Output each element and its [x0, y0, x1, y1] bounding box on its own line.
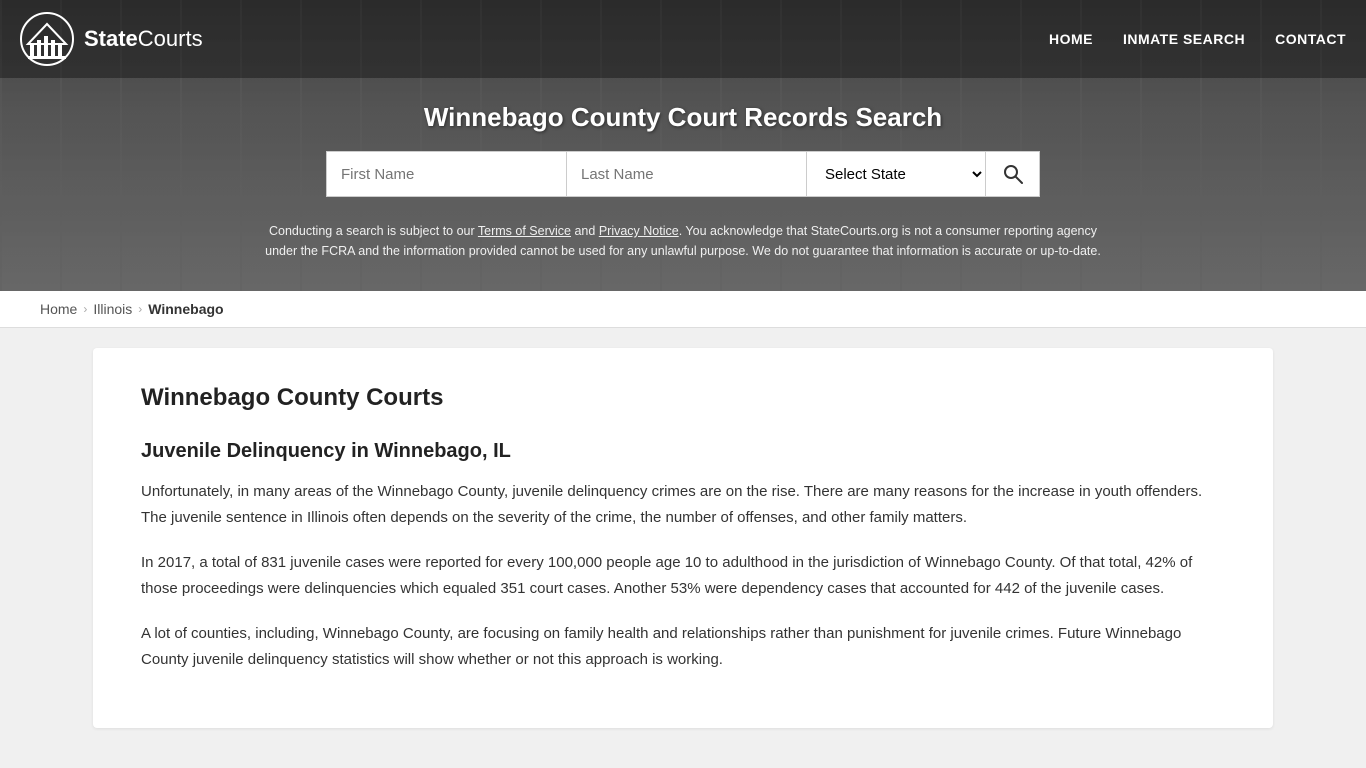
search-section: Winnebago County Court Records Search Se… — [0, 78, 1366, 291]
hero-section: StateCourts HOME INMATE SEARCH CONTACT W… — [0, 0, 1366, 291]
nav-links: HOME INMATE SEARCH CONTACT — [1049, 31, 1346, 47]
content-card: Winnebago County Courts Juvenile Delinqu… — [93, 348, 1273, 728]
breadcrumb-current: Winnebago — [148, 301, 223, 317]
content-title: Winnebago County Courts — [141, 384, 1225, 412]
breadcrumb: Home › Illinois › Winnebago — [0, 291, 1366, 328]
section-paragraph-0-0: Unfortunately, in many areas of the Winn… — [141, 479, 1225, 530]
logo-text: StateCourts — [84, 26, 203, 52]
section-paragraph-0-1: In 2017, a total of 831 juvenile cases w… — [141, 550, 1225, 601]
breadcrumb-sep-1: › — [83, 302, 87, 316]
hero-content: StateCourts HOME INMATE SEARCH CONTACT W… — [0, 0, 1366, 291]
breadcrumb-home[interactable]: Home — [40, 301, 77, 317]
breadcrumb-illinois[interactable]: Illinois — [93, 301, 132, 317]
nav-home[interactable]: HOME — [1049, 31, 1093, 47]
breadcrumb-sep-2: › — [138, 302, 142, 316]
logo-icon — [20, 12, 74, 66]
nav-contact[interactable]: CONTACT — [1275, 31, 1346, 47]
disclaimer-text: Conducting a search is subject to our Te… — [233, 211, 1133, 281]
search-icon — [1003, 164, 1023, 184]
search-button[interactable] — [986, 151, 1040, 197]
main-wrapper: Winnebago County Courts Juvenile Delinqu… — [0, 328, 1366, 768]
main-nav: StateCourts HOME INMATE SEARCH CONTACT — [0, 0, 1366, 78]
first-name-input[interactable] — [326, 151, 566, 197]
logo-link[interactable]: StateCourts — [20, 12, 203, 66]
privacy-link[interactable]: Privacy Notice — [599, 224, 679, 238]
last-name-input[interactable] — [566, 151, 806, 197]
state-select[interactable]: Select State Alabama Alaska Arizona Arka… — [806, 151, 986, 197]
section-heading-0: Juvenile Delinquency in Winnebago, IL — [141, 440, 1225, 463]
page-hero-title: Winnebago County Court Records Search — [20, 102, 1346, 133]
nav-inmate-search[interactable]: INMATE SEARCH — [1123, 31, 1245, 47]
search-form: Select State Alabama Alaska Arizona Arka… — [20, 151, 1346, 197]
tos-link[interactable]: Terms of Service — [478, 224, 571, 238]
section-paragraph-0-2: A lot of counties, including, Winnebago … — [141, 621, 1225, 672]
